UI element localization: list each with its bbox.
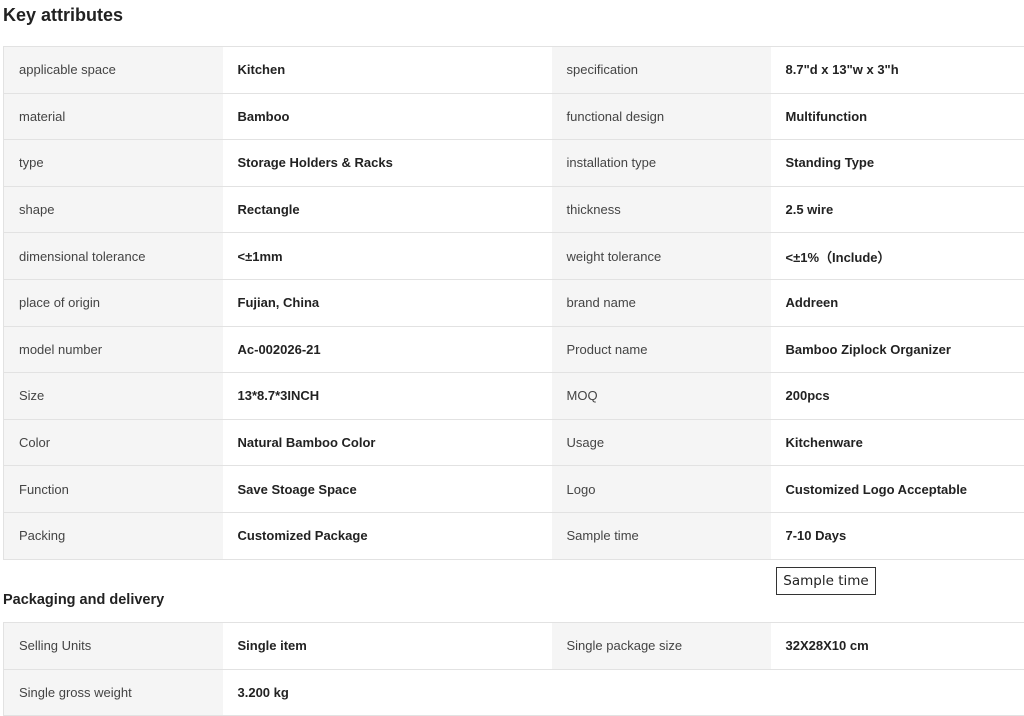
table-row: Packing Customized Package Sample time 7… bbox=[4, 512, 1024, 559]
attribute-value: Bamboo bbox=[223, 93, 552, 140]
attribute-value: <±1%（Include） bbox=[771, 233, 1024, 280]
attribute-label: installation type bbox=[552, 140, 771, 187]
attribute-label: Logo bbox=[552, 466, 771, 513]
attribute-value: Customized Package bbox=[223, 512, 552, 559]
attribute-label: Single package size bbox=[552, 623, 771, 670]
table-row: dimensional tolerance <±1mm weight toler… bbox=[4, 233, 1024, 280]
attribute-label: MOQ bbox=[552, 373, 771, 420]
attribute-value: Standing Type bbox=[771, 140, 1024, 187]
attribute-label: applicable space bbox=[4, 47, 223, 94]
attribute-label: thickness bbox=[552, 186, 771, 233]
attribute-value: 13*8.7*3INCH bbox=[223, 373, 552, 420]
attribute-label: Single gross weight bbox=[4, 669, 223, 716]
attribute-label: brand name bbox=[552, 279, 771, 326]
attribute-label: material bbox=[4, 93, 223, 140]
attribute-value: Storage Holders & Racks bbox=[223, 140, 552, 187]
attribute-label: place of origin bbox=[4, 279, 223, 326]
attribute-value: Fujian, China bbox=[223, 279, 552, 326]
table-row: type Storage Holders & Racks installatio… bbox=[4, 140, 1024, 187]
attribute-value: 3.200 kg bbox=[223, 669, 552, 716]
attribute-label: Size bbox=[4, 373, 223, 420]
attribute-value: Kitchen bbox=[223, 47, 552, 94]
table-row: model number Ac-002026-21 Product name B… bbox=[4, 326, 1024, 373]
attribute-value: Natural Bamboo Color bbox=[223, 419, 552, 466]
attribute-label: Selling Units bbox=[4, 623, 223, 670]
attribute-value: Bamboo Ziplock Organizer bbox=[771, 326, 1024, 373]
attribute-label: shape bbox=[4, 186, 223, 233]
table-row: place of origin Fujian, China brand name… bbox=[4, 279, 1024, 326]
attribute-label: dimensional tolerance bbox=[4, 233, 223, 280]
attribute-label: specification bbox=[552, 47, 771, 94]
key-attributes-title: Key attributes bbox=[3, 3, 123, 27]
attribute-value: Rectangle bbox=[223, 186, 552, 233]
table-row: Size 13*8.7*3INCH MOQ 200pcs bbox=[4, 373, 1024, 420]
key-attributes-table: applicable space Kitchen specification 8… bbox=[3, 46, 1024, 560]
attribute-label: Usage bbox=[552, 419, 771, 466]
attribute-label: weight tolerance bbox=[552, 233, 771, 280]
table-row: applicable space Kitchen specification 8… bbox=[4, 47, 1024, 94]
table-row: shape Rectangle thickness 2.5 wire bbox=[4, 186, 1024, 233]
attribute-value: Addreen bbox=[771, 279, 1024, 326]
table-row: Selling Units Single item Single package… bbox=[4, 623, 1024, 670]
table-row: Single gross weight 3.200 kg bbox=[4, 669, 1024, 716]
attribute-label: functional design bbox=[552, 93, 771, 140]
attribute-value: Kitchenware bbox=[771, 419, 1024, 466]
attribute-value: 7-10 Days bbox=[771, 512, 1024, 559]
sample-time-tooltip: Sample time bbox=[776, 567, 876, 595]
empty-cell bbox=[552, 669, 771, 716]
attribute-value: Customized Logo Acceptable bbox=[771, 466, 1024, 513]
attribute-label: model number bbox=[4, 326, 223, 373]
attribute-value: Single item bbox=[223, 623, 552, 670]
attribute-value: Multifunction bbox=[771, 93, 1024, 140]
attribute-label: Sample time bbox=[552, 512, 771, 559]
empty-cell bbox=[771, 669, 1024, 716]
attribute-label: type bbox=[4, 140, 223, 187]
packaging-delivery-table: Selling Units Single item Single package… bbox=[3, 622, 1024, 716]
table-row: Function Save Stoage Space Logo Customiz… bbox=[4, 466, 1024, 513]
attribute-label: Function bbox=[4, 466, 223, 513]
attribute-value: 2.5 wire bbox=[771, 186, 1024, 233]
attribute-label: Color bbox=[4, 419, 223, 466]
attribute-value: <±1mm bbox=[223, 233, 552, 280]
attribute-label: Product name bbox=[552, 326, 771, 373]
attribute-label: Packing bbox=[4, 512, 223, 559]
table-row: Color Natural Bamboo Color Usage Kitchen… bbox=[4, 419, 1024, 466]
attribute-value: Ac-002026-21 bbox=[223, 326, 552, 373]
attribute-value: 32X28X10 cm bbox=[771, 623, 1024, 670]
attribute-value: 8.7"d x 13"w x 3"h bbox=[771, 47, 1024, 94]
attribute-value: 200pcs bbox=[771, 373, 1024, 420]
table-row: material Bamboo functional design Multif… bbox=[4, 93, 1024, 140]
attribute-value: Save Stoage Space bbox=[223, 466, 552, 513]
packaging-delivery-title: Packaging and delivery bbox=[3, 589, 164, 611]
